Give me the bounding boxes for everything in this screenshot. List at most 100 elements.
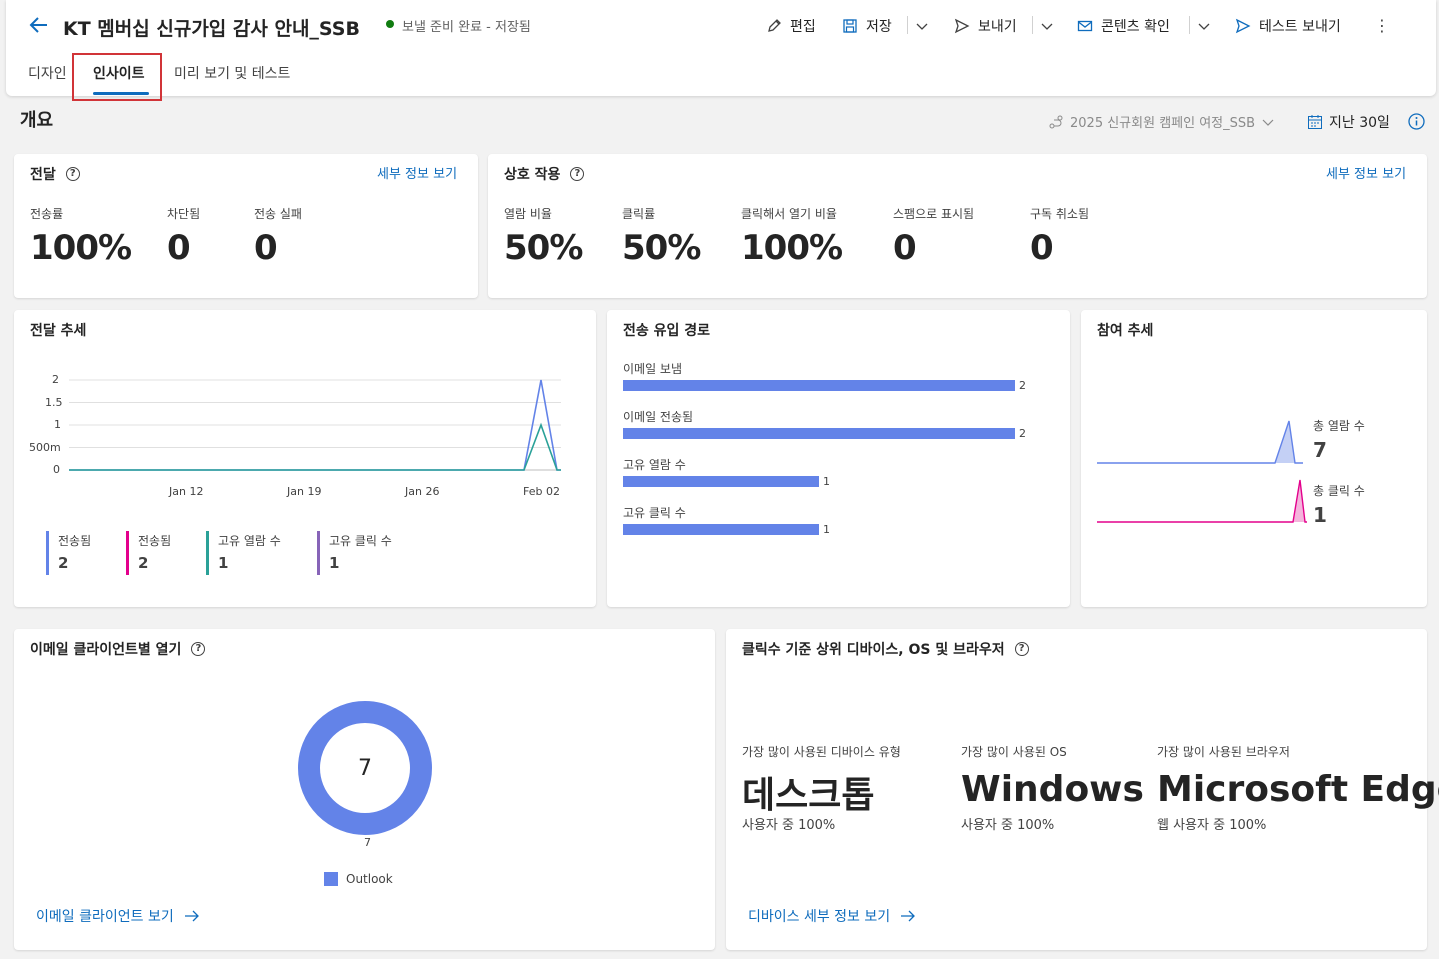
delivery-trend-title: 전달 추세 bbox=[30, 323, 87, 339]
chevron-down-icon bbox=[1262, 119, 1274, 126]
metric-label: 차단됨 bbox=[167, 207, 201, 221]
engagement-label: 총 열람 수 bbox=[1313, 419, 1365, 433]
status-dot-icon bbox=[386, 20, 394, 28]
metric-value: 0 bbox=[254, 228, 278, 268]
toolbar-divider bbox=[1189, 16, 1190, 34]
funnel-title: 전송 유입 경로 bbox=[623, 323, 711, 339]
funnel-bar bbox=[623, 428, 1015, 439]
device-type-share: 사용자 중 100% bbox=[742, 818, 836, 833]
devices-card: 클릭수 기준 상위 디바이스, OS 및 브라우저 ? 가장 많이 사용된 디바… bbox=[726, 629, 1439, 950]
send-button[interactable]: 보내기 bbox=[954, 16, 1017, 36]
help-icon[interactable]: ? bbox=[65, 167, 80, 181]
help-icon[interactable]: ? bbox=[191, 642, 206, 656]
journey-icon bbox=[1049, 115, 1063, 128]
tab-design[interactable]: 디자인 bbox=[28, 63, 67, 83]
metric-label: 스팸으로 표시됨 bbox=[893, 207, 975, 221]
total-clicks-sparkline bbox=[1097, 479, 1307, 523]
mail-check-icon bbox=[1077, 20, 1093, 32]
toolbar-divider bbox=[907, 16, 908, 34]
send-chevron-down-icon[interactable] bbox=[1040, 18, 1054, 32]
metric-value: 0 bbox=[1030, 228, 1054, 268]
device-type-value: 데스크톱 bbox=[742, 775, 875, 816]
test-send-button[interactable]: 테스트 보내기 bbox=[1235, 16, 1341, 36]
metric-value: 0 bbox=[167, 228, 191, 268]
tab-preview-test[interactable]: 미리 보기 및 테스트 bbox=[174, 63, 290, 83]
date-filter[interactable]: 지난 30일 bbox=[1307, 112, 1390, 132]
send-icon bbox=[954, 18, 970, 34]
page-title: KT 멤버십 신규가입 감사 안내_SSB bbox=[63, 18, 360, 40]
os-label: 가장 많이 사용된 OS bbox=[961, 745, 1067, 759]
funnel-value: 2 bbox=[1019, 379, 1026, 392]
arrow-right-icon bbox=[901, 910, 916, 922]
save-chevron-down-icon[interactable] bbox=[915, 18, 929, 32]
funnel-bar bbox=[623, 524, 819, 535]
legend-label: 고유 클릭 수 bbox=[329, 534, 392, 548]
x-tick: Jan 26 bbox=[405, 485, 440, 498]
view-device-details-link[interactable]: 디바이스 세부 정보 보기 bbox=[748, 906, 916, 926]
metric-value: 50% bbox=[622, 228, 701, 268]
funnel-bar bbox=[623, 476, 819, 487]
metric-value: 0 bbox=[893, 228, 917, 268]
legend-swatch bbox=[317, 531, 320, 575]
content-check-button[interactable]: 콘텐츠 확인 bbox=[1077, 16, 1170, 36]
info-icon[interactable] bbox=[1408, 113, 1425, 134]
y-tick: 2 bbox=[52, 373, 59, 386]
legend-label: 고유 열람 수 bbox=[218, 534, 281, 548]
arrow-right-icon bbox=[184, 910, 199, 922]
content-check-chevron-down-icon[interactable] bbox=[1197, 18, 1211, 32]
delivery-trend-chart bbox=[69, 379, 561, 471]
email-clients-card: 이메일 클라이언트별 열기 ? 7 7 Outlook 이메일 클라이언트 보기 bbox=[14, 629, 715, 950]
send-label: 보내기 bbox=[978, 19, 1017, 35]
save-label: 저장 bbox=[866, 19, 892, 35]
y-tick: 500m bbox=[29, 441, 61, 454]
toolbar-divider bbox=[1032, 16, 1033, 34]
back-arrow-icon[interactable] bbox=[28, 14, 50, 36]
view-device-details-label: 디바이스 세부 정보 보기 bbox=[748, 909, 891, 925]
pencil-icon bbox=[768, 19, 781, 32]
os-value: Windows bbox=[961, 769, 1144, 810]
funnel-value: 1 bbox=[823, 523, 830, 536]
save-button[interactable]: 저장 bbox=[842, 16, 892, 36]
engagement-label: 총 클릭 수 bbox=[1313, 484, 1365, 498]
edit-label: 편집 bbox=[790, 19, 816, 35]
delivery-details-link[interactable]: 세부 정보 보기 bbox=[377, 163, 457, 182]
donut-slice-label: 7 bbox=[364, 836, 371, 849]
interaction-details-link[interactable]: 세부 정보 보기 bbox=[1326, 163, 1406, 182]
metric-label: 구독 취소됨 bbox=[1030, 207, 1090, 221]
view-email-clients-link[interactable]: 이메일 클라이언트 보기 bbox=[36, 906, 200, 926]
metric-value: 100% bbox=[741, 228, 843, 268]
legend-label: Outlook bbox=[346, 872, 393, 886]
view-email-clients-label: 이메일 클라이언트 보기 bbox=[36, 909, 174, 925]
total-opens-sparkline bbox=[1097, 420, 1303, 464]
help-icon[interactable]: ? bbox=[570, 167, 585, 181]
y-tick: 1.5 bbox=[45, 396, 63, 409]
engagement-value: 7 bbox=[1313, 438, 1327, 462]
delivery-trend-card: 전달 추세 2 1.5 1 500m 0 Jan 12 Jan 19 Jan 2… bbox=[14, 310, 596, 607]
help-icon[interactable]: ? bbox=[1014, 642, 1029, 656]
funnel-bar bbox=[623, 380, 1015, 391]
delivery-title: 전달 ? bbox=[30, 164, 80, 184]
journey-filter[interactable]: 2025 신규회원 캠페인 여정_SSB bbox=[1048, 112, 1275, 131]
legend-value: 1 bbox=[329, 554, 340, 572]
overview-heading: 개요 bbox=[20, 110, 54, 131]
more-options-icon[interactable]: ⋮ bbox=[1374, 16, 1390, 35]
edit-button[interactable]: 편집 bbox=[766, 16, 816, 36]
engagement-trend-card: 참여 추세 총 열람 수 7 총 클릭 수 1 bbox=[1081, 310, 1427, 607]
legend-swatch bbox=[324, 872, 338, 886]
legend-swatch bbox=[206, 531, 209, 575]
y-tick: 1 bbox=[54, 418, 61, 431]
legend-label: 전송됨 bbox=[58, 534, 92, 548]
sparkline-line bbox=[1097, 479, 1307, 523]
device-type-label: 가장 많이 사용된 디바이스 유형 bbox=[742, 745, 901, 759]
x-tick: Jan 19 bbox=[287, 485, 322, 498]
delivery-title-text: 전달 bbox=[30, 167, 56, 183]
email-clients-title-text: 이메일 클라이언트별 열기 bbox=[30, 642, 182, 658]
legend-value: 1 bbox=[218, 554, 229, 572]
engagement-title: 참여 추세 bbox=[1097, 323, 1154, 339]
funnel-label: 이메일 보냄 bbox=[623, 362, 683, 376]
email-clients-title: 이메일 클라이언트별 열기 ? bbox=[30, 639, 206, 659]
legend-label: 전송됨 bbox=[138, 534, 172, 548]
tab-highlight-box bbox=[72, 53, 162, 101]
metric-label: 클릭해서 열기 비율 bbox=[741, 207, 837, 221]
date-filter-value: 지난 30일 bbox=[1329, 115, 1390, 131]
